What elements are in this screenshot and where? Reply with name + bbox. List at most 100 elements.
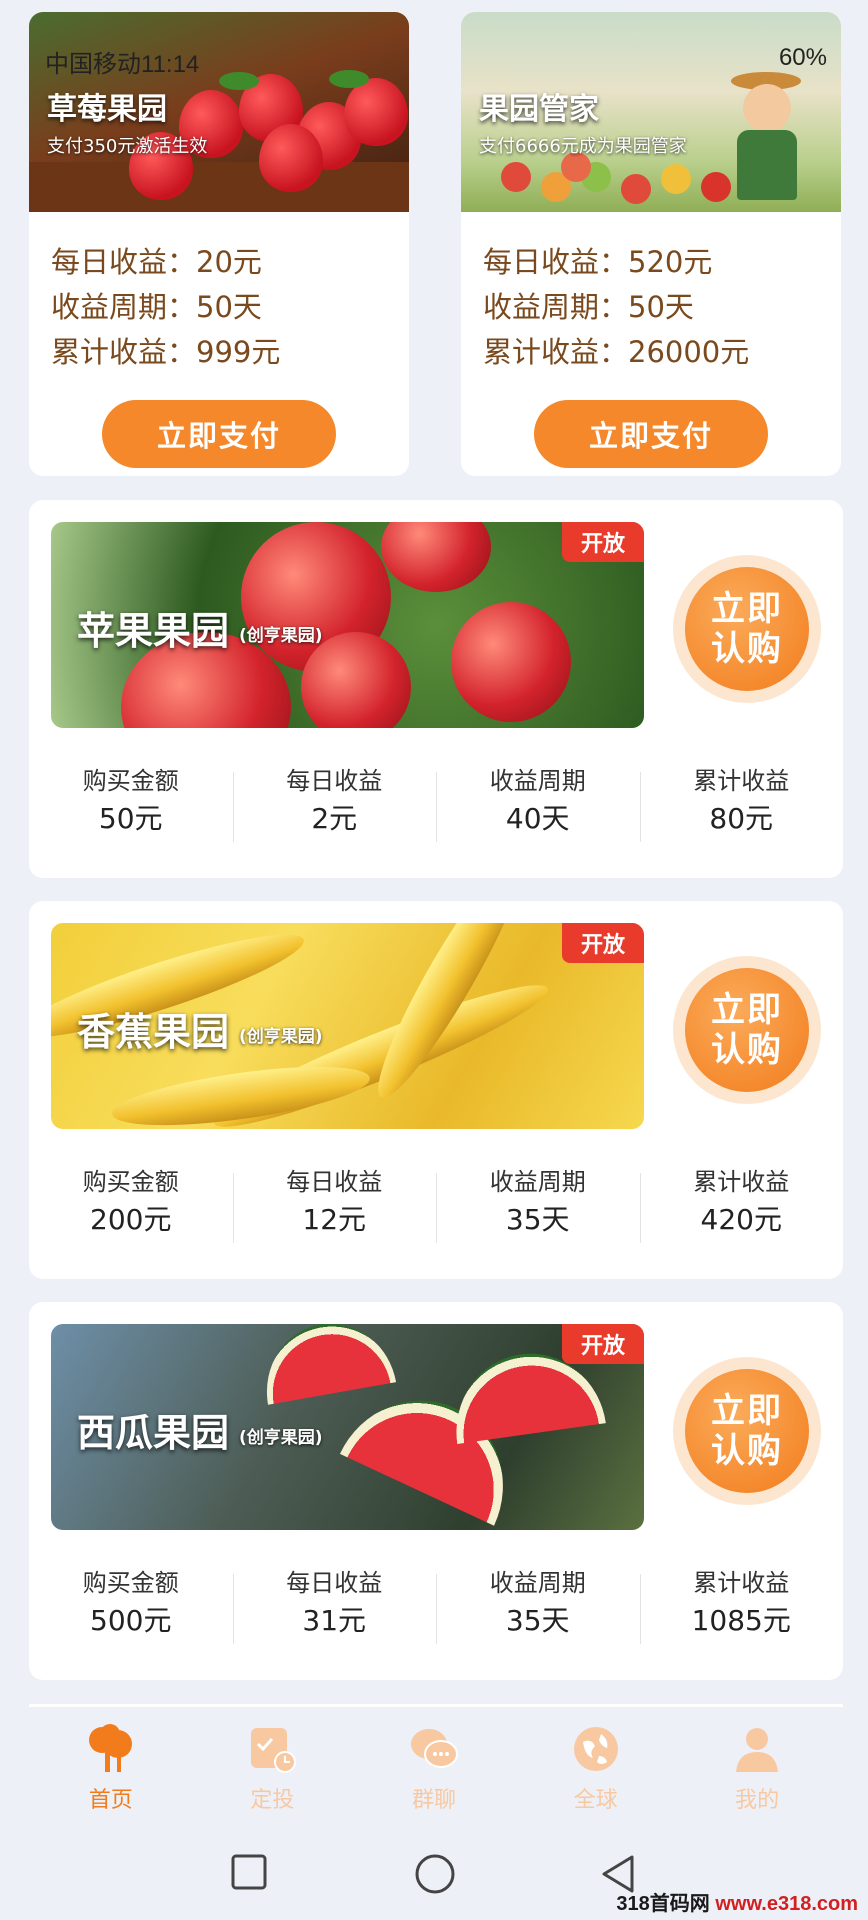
subscribe-label: 立即认购: [685, 968, 809, 1092]
fruit-decor: [661, 164, 691, 194]
watermark-url: www.e318.com: [715, 1893, 858, 1915]
stat-purchase-amount: 购买金额 200元: [29, 1165, 233, 1255]
home-circle-icon[interactable]: [414, 1853, 456, 1899]
apple-decor: [451, 602, 571, 722]
stat-value: 420元: [700, 1203, 782, 1236]
bottom-nav: 首页 定投 群聊 全球 我的: [0, 1718, 868, 1818]
orchard-tag: (创亨果园): [239, 626, 323, 646]
open-badge: 开放: [562, 1324, 644, 1364]
stat-label: 每日收益: [286, 1168, 383, 1196]
banana-orchard-image: 开放 香蕉果园 (创亨果园): [51, 923, 644, 1129]
card-title: 草莓果园: [47, 92, 167, 127]
income-info: 每日收益：20元 收益周期：50天 累计收益：999元: [51, 240, 280, 375]
stat-daily-income: 每日收益 31元: [232, 1566, 437, 1656]
schedule-icon: [245, 1722, 299, 1776]
nav-label: 首页: [88, 1788, 133, 1813]
farmer-face: [743, 84, 791, 132]
stat-label: 购买金额: [82, 767, 179, 795]
subscribe-label: 立即认购: [685, 567, 809, 691]
open-badge: 开放: [562, 923, 644, 963]
total-income: 累计收益：26000元: [483, 335, 750, 369]
card-subtitle: 支付350元激活生效: [47, 136, 208, 157]
orchard-manager-image: 60% 果园管家 支付6666元成为果园管家: [461, 12, 841, 212]
pay-now-button[interactable]: 立即支付: [534, 400, 768, 468]
orchard-manager-card: 60% 果园管家 支付6666元成为果园管家 每日收益：520元 收益周期：50…: [461, 12, 841, 476]
fruit-decor: [701, 172, 731, 202]
daily-income: 每日收益：20元: [51, 245, 262, 279]
leaf-decor: [219, 72, 259, 90]
nav-item-group-chat[interactable]: 群聊: [353, 1718, 515, 1818]
orchard-tag: (创亨果园): [239, 1428, 323, 1448]
watermelon-orchard-image: 开放 西瓜果园 (创亨果园): [51, 1324, 644, 1530]
strawberry-decor: [259, 124, 323, 192]
chat-icon: [407, 1722, 461, 1776]
subscribe-button[interactable]: 立即认购: [673, 1357, 821, 1505]
orchard-name-text: 香蕉果园: [77, 1010, 230, 1054]
farmer-body: [737, 130, 797, 200]
orchard-stats: 购买金额 200元 每日收益 12元 收益周期 35天 累计收益 420元: [29, 1165, 843, 1255]
nav-item-mine[interactable]: 我的: [676, 1718, 838, 1818]
watermark: 318首码网 www.e318.com: [616, 1887, 858, 1916]
nav-label: 定投: [250, 1788, 295, 1813]
stat-total-income: 累计收益 80元: [639, 764, 844, 854]
subscribe-button[interactable]: 立即认购: [673, 555, 821, 703]
stat-daily-income: 每日收益 2元: [232, 764, 437, 854]
orchard-stats: 购买金额 500元 每日收益 31元 收益周期 35天 累计收益 1085元: [29, 1566, 843, 1656]
card-title: 果园管家: [479, 92, 599, 127]
stat-label: 收益周期: [489, 767, 586, 795]
nav-label: 我的: [735, 1788, 780, 1813]
status-battery: 60%: [778, 44, 827, 71]
subscribe-label: 立即认购: [685, 1369, 809, 1493]
nav-divider: [29, 1704, 843, 1707]
stat-value: 35天: [505, 1203, 570, 1236]
card-subtitle: 支付6666元成为果园管家: [479, 136, 687, 157]
open-badge: 开放: [562, 522, 644, 562]
stat-label: 收益周期: [489, 1168, 586, 1196]
stat-value: 200元: [90, 1203, 172, 1236]
nav-item-global[interactable]: 全球: [515, 1718, 677, 1818]
orchard-name-text: 苹果果园: [77, 609, 230, 653]
orchard-stats: 购买金额 50元 每日收益 2元 收益周期 40天 累计收益 80元: [29, 764, 843, 854]
orchard-name: 香蕉果园 (创亨果园): [77, 1001, 323, 1056]
apple-decor: [381, 522, 491, 592]
recent-apps-icon[interactable]: [230, 1853, 268, 1895]
stat-value: 1085元: [691, 1604, 791, 1637]
strawberry-decor: [344, 78, 408, 146]
globe-icon: [569, 1722, 623, 1776]
nav-item-schedule[interactable]: 定投: [192, 1718, 354, 1818]
pay-now-button[interactable]: 立即支付: [102, 400, 336, 468]
stat-purchase-amount: 购买金额 500元: [29, 1566, 233, 1656]
stat-value: 31元: [302, 1604, 367, 1637]
watermelon-decor: [255, 1324, 397, 1405]
total-income: 累计收益：999元: [51, 335, 281, 369]
income-info: 每日收益：520元 收益周期：50天 累计收益：26000元: [483, 240, 749, 375]
stat-total-income: 累计收益 420元: [639, 1165, 844, 1255]
stat-label: 累计收益: [693, 1168, 790, 1196]
status-carrier-time: 中国移动11:14: [45, 51, 200, 78]
nav-label: 全球: [573, 1788, 618, 1813]
stat-income-period: 收益周期 35天: [436, 1165, 640, 1255]
stat-income-period: 收益周期 35天: [436, 1566, 640, 1656]
stat-value: 50元: [98, 802, 163, 835]
stat-label: 每日收益: [286, 767, 383, 795]
banana-decor: [109, 1055, 373, 1129]
orchard-name: 西瓜果园 (创亨果园): [77, 1402, 323, 1457]
tree-icon: [84, 1722, 138, 1776]
income-period: 收益周期：50天: [51, 290, 262, 324]
subscribe-button[interactable]: 立即认购: [673, 956, 821, 1104]
apple-orchard-card: 开放 苹果果园 (创亨果园) 立即认购 购买金额 50元 每日收益 2元 收益周期 40…: [29, 500, 843, 878]
stat-value: 40天: [505, 802, 570, 835]
orchard-tag: (创亨果园): [239, 1027, 323, 1047]
apple-orchard-image: 开放 苹果果园 (创亨果园): [51, 522, 644, 728]
banana-orchard-card: 开放 香蕉果园 (创亨果园) 立即认购 购买金额 200元 每日收益 12元 收益周期…: [29, 901, 843, 1279]
nav-item-home[interactable]: 首页: [30, 1718, 192, 1818]
stat-daily-income: 每日收益 12元: [232, 1165, 437, 1255]
stat-total-income: 累计收益 1085元: [639, 1566, 844, 1656]
strawberry-orchard-card: 中国移动11:14 草莓果园 支付350元激活生效 每日收益：20元 收益周期：…: [29, 12, 409, 476]
strawberry-image: 中国移动11:14 草莓果园 支付350元激活生效: [29, 12, 409, 212]
stat-label: 累计收益: [693, 767, 790, 795]
watermelon-orchard-card: 开放 西瓜果园 (创亨果园) 立即认购 购买金额 500元 每日收益 31元 收益周期…: [29, 1302, 843, 1680]
stat-value: 2元: [311, 802, 358, 835]
stat-label: 收益周期: [489, 1569, 586, 1597]
orchard-name: 苹果果园 (创亨果园): [77, 600, 323, 655]
